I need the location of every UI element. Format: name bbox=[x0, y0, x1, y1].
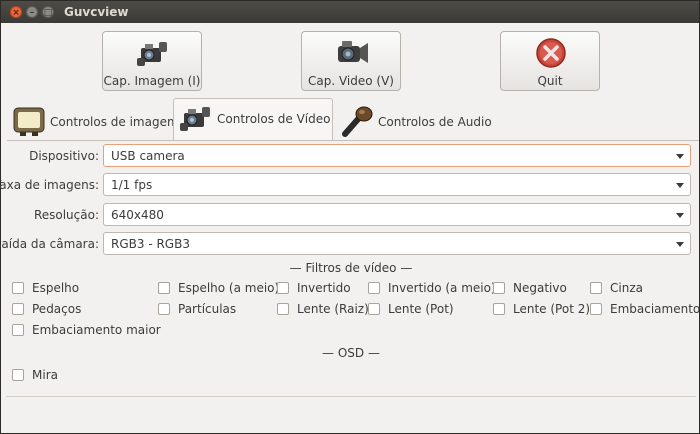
checkbox-box[interactable] bbox=[493, 282, 505, 294]
checkbox-label: Espelho (a meio) bbox=[178, 281, 280, 295]
capture-image-button[interactable]: Cap. Imagem (I) bbox=[102, 31, 202, 91]
capture-video-label: Cap. Video (V) bbox=[308, 74, 394, 88]
camera-output-select[interactable]: RGB3 - RGB3 bbox=[103, 232, 691, 255]
video-camera-icon bbox=[338, 41, 368, 63]
chevron-down-icon bbox=[676, 154, 684, 159]
device-select[interactable]: USB camera bbox=[103, 144, 691, 167]
checkbox-label: Negativo bbox=[513, 281, 567, 295]
quit-label: Quit bbox=[537, 74, 563, 88]
checkbox-label: Lente (Pot 2) bbox=[513, 302, 591, 316]
resolution-label: Resolução: bbox=[33, 208, 99, 222]
checkbox-box[interactable] bbox=[12, 324, 24, 336]
checkbox-label: Mira bbox=[32, 368, 58, 382]
checkbox-label: Lente (Pot) bbox=[388, 302, 454, 316]
checkbox-box[interactable] bbox=[590, 282, 602, 294]
checkbox-label: Partículas bbox=[178, 302, 237, 316]
tab-bar: Controlos de imagem Controlos de Vídeo C… bbox=[7, 98, 699, 140]
close-window-button[interactable]: × bbox=[10, 6, 22, 18]
camera-output-row: Saída da câmara: RGB3 - RGB3 bbox=[0, 232, 700, 256]
frame-rate-row: Taxa de imagens: 1/1 fps bbox=[0, 173, 700, 197]
checkbox-box[interactable] bbox=[158, 303, 170, 315]
frame-rate-value: 1/1 fps bbox=[111, 178, 153, 192]
checkbox-label: Espelho bbox=[32, 281, 80, 295]
camera-icon bbox=[180, 107, 210, 131]
frame-rate-select[interactable]: 1/1 fps bbox=[103, 173, 691, 196]
checkbox-label: Lente (Raiz) bbox=[297, 302, 369, 316]
capture-image-label: Cap. Imagem (I) bbox=[103, 74, 201, 88]
frame-rate-label: Taxa de imagens: bbox=[0, 178, 99, 192]
checkbox-box[interactable] bbox=[368, 282, 380, 294]
checkbox-box[interactable] bbox=[158, 282, 170, 294]
tab-label: Controlos de Vídeo bbox=[217, 112, 331, 126]
checkbox-label: Embaciamento bbox=[610, 302, 700, 316]
microphone-icon bbox=[342, 106, 373, 137]
osd-heading: — OSD — bbox=[322, 346, 380, 360]
bottom-divider bbox=[6, 396, 696, 397]
checkbox-box[interactable] bbox=[12, 282, 24, 294]
checkbox-label: Cinza bbox=[610, 281, 643, 295]
tab-divider bbox=[7, 140, 699, 141]
checkbox-box[interactable] bbox=[12, 369, 24, 381]
chevron-down-icon bbox=[676, 213, 684, 218]
title-bar: × – □ Guvcview bbox=[1, 1, 699, 23]
checkbox-label: Invertido bbox=[297, 281, 351, 295]
checkbox-box[interactable] bbox=[277, 282, 289, 294]
minimize-window-button[interactable]: – bbox=[26, 6, 38, 18]
resolution-row: Resolução: 640x480 bbox=[1, 203, 700, 227]
checkbox-label: Pedaços bbox=[32, 302, 82, 316]
checkbox-label: Embaciamento maior bbox=[32, 323, 161, 337]
checkbox-box[interactable] bbox=[277, 303, 289, 315]
device-row: Dispositivo: USB camera bbox=[1, 144, 700, 168]
chevron-down-icon bbox=[676, 242, 684, 247]
camera-output-value: RGB3 - RGB3 bbox=[111, 237, 190, 251]
quit-button[interactable]: Quit bbox=[500, 31, 600, 91]
device-label: Dispositivo: bbox=[29, 149, 99, 163]
tab-video-controls[interactable]: Controlos de Vídeo bbox=[173, 98, 333, 140]
camera-icon bbox=[137, 42, 167, 66]
tab-audio-controls[interactable]: Controlos de Audio bbox=[335, 102, 492, 139]
checkbox-box[interactable] bbox=[493, 303, 505, 315]
maximize-window-button[interactable]: □ bbox=[42, 6, 54, 18]
checkbox-box[interactable] bbox=[368, 303, 380, 315]
resolution-value: 640x480 bbox=[111, 208, 164, 222]
resolution-select[interactable]: 640x480 bbox=[103, 203, 691, 226]
device-value: USB camera bbox=[111, 149, 185, 163]
tv-icon bbox=[13, 107, 45, 136]
window-title: Guvcview bbox=[64, 5, 129, 19]
tab-label: Controlos de Audio bbox=[378, 115, 492, 129]
tab-label: Controlos de imagem bbox=[50, 115, 179, 129]
video-filters-heading: — Filtros de vídeo — bbox=[289, 261, 413, 275]
checkbox-box[interactable] bbox=[12, 303, 24, 315]
chevron-down-icon bbox=[676, 183, 684, 188]
checkbox-label: Invertido (a meio) bbox=[388, 281, 496, 295]
tab-image-controls[interactable]: Controlos de imagem bbox=[7, 102, 179, 139]
camera-output-label: Saída da câmara: bbox=[0, 237, 99, 251]
checkbox-box[interactable] bbox=[590, 303, 602, 315]
quit-icon bbox=[536, 38, 566, 68]
app-window: × – □ Guvcview Cap. Imagem (I) Cap. Vide… bbox=[0, 0, 700, 434]
capture-video-button[interactable]: Cap. Video (V) bbox=[301, 31, 401, 91]
